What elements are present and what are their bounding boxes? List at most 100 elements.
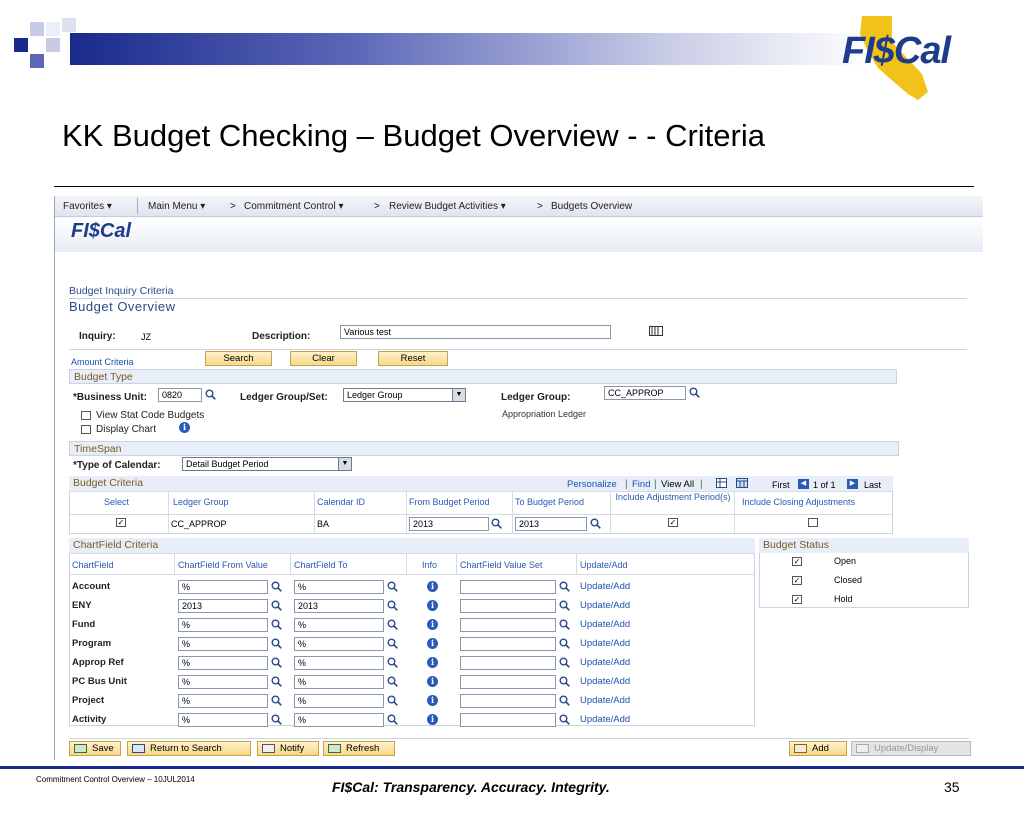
from-period-lookup-icon[interactable] bbox=[491, 518, 502, 529]
save-button[interactable]: Save bbox=[69, 741, 121, 756]
update-display-button[interactable]: Update/Display bbox=[851, 741, 971, 756]
cf-value-set-field[interactable] bbox=[460, 599, 556, 613]
ledger-group-lookup-icon[interactable] bbox=[689, 387, 700, 398]
cf-update-add-link[interactable]: Update/Add bbox=[580, 638, 630, 649]
add-button[interactable]: Add bbox=[789, 741, 847, 756]
display-chart-checkbox[interactable] bbox=[81, 425, 91, 434]
nav-favorites[interactable]: Favorites ▾ bbox=[63, 201, 112, 212]
view-stat-checkbox[interactable] bbox=[81, 411, 91, 420]
cf-to-lookup-icon[interactable] bbox=[387, 676, 398, 687]
business-unit-field[interactable]: 0820 bbox=[158, 388, 202, 402]
cf-update-add-link[interactable]: Update/Add bbox=[580, 714, 630, 725]
cf-to-lookup-icon[interactable] bbox=[387, 638, 398, 649]
nav-crumb-review-budget-activities[interactable]: Review Budget Activities ▾ bbox=[389, 201, 506, 212]
spellcheck-icon[interactable] bbox=[649, 326, 663, 336]
cf-value-set-lookup-icon[interactable] bbox=[559, 581, 570, 592]
cf-to-lookup-icon[interactable] bbox=[387, 619, 398, 630]
cf-to-field[interactable]: 2013 bbox=[294, 599, 384, 613]
cf-value-set-lookup-icon[interactable] bbox=[559, 676, 570, 687]
cf-info-icon[interactable]: i bbox=[427, 638, 438, 649]
personalize-link[interactable]: Personalize bbox=[567, 479, 617, 490]
cf-to-field[interactable]: % bbox=[294, 694, 384, 708]
cf-value-set-field[interactable] bbox=[460, 694, 556, 708]
display-chart-info-icon[interactable]: i bbox=[179, 422, 190, 433]
cf-from-lookup-icon[interactable] bbox=[271, 581, 282, 592]
cf-update-add-link[interactable]: Update/Add bbox=[580, 657, 630, 668]
cf-value-set-lookup-icon[interactable] bbox=[559, 714, 570, 725]
cf-to-field[interactable]: % bbox=[294, 656, 384, 670]
cf-to-field[interactable]: % bbox=[294, 637, 384, 651]
search-button[interactable]: Search bbox=[205, 351, 272, 366]
cf-update-add-link[interactable]: Update/Add bbox=[580, 676, 630, 687]
include-adjustment-checkbox[interactable]: ✓ bbox=[668, 518, 678, 527]
cf-from-lookup-icon[interactable] bbox=[271, 638, 282, 649]
cf-from-lookup-icon[interactable] bbox=[271, 676, 282, 687]
cf-update-add-link[interactable]: Update/Add bbox=[580, 581, 630, 592]
nav-crumb-commitment-control[interactable]: Commitment Control ▾ bbox=[244, 201, 344, 212]
next-arrow-icon[interactable]: ▶ bbox=[847, 479, 858, 489]
cf-info-icon[interactable]: i bbox=[427, 714, 438, 725]
cf-value-set-field[interactable] bbox=[460, 713, 556, 727]
to-period-lookup-icon[interactable] bbox=[590, 518, 601, 529]
cf-from-lookup-icon[interactable] bbox=[271, 714, 282, 725]
cf-to-lookup-icon[interactable] bbox=[387, 600, 398, 611]
return-to-search-button[interactable]: Return to Search bbox=[127, 741, 251, 756]
cf-value-set-lookup-icon[interactable] bbox=[559, 657, 570, 668]
cf-from-field[interactable]: % bbox=[178, 637, 268, 651]
notify-button[interactable]: Notify bbox=[257, 741, 319, 756]
status-closed-checkbox[interactable]: ✓ bbox=[792, 576, 802, 585]
cf-value-set-lookup-icon[interactable] bbox=[559, 600, 570, 611]
cf-from-field[interactable]: 2013 bbox=[178, 599, 268, 613]
cf-update-add-link[interactable]: Update/Add bbox=[580, 600, 630, 611]
amount-criteria-link[interactable]: Amount Criteria bbox=[71, 357, 134, 367]
nav-crumb-budgets-overview[interactable]: Budgets Overview bbox=[551, 201, 632, 212]
cf-value-set-field[interactable] bbox=[460, 656, 556, 670]
cf-from-lookup-icon[interactable] bbox=[271, 657, 282, 668]
status-hold-checkbox[interactable]: ✓ bbox=[792, 595, 802, 604]
cf-info-icon[interactable]: i bbox=[427, 676, 438, 687]
cf-info-icon[interactable]: i bbox=[427, 619, 438, 630]
cf-info-icon[interactable]: i bbox=[427, 695, 438, 706]
cf-value-set-field[interactable] bbox=[460, 675, 556, 689]
prev-arrow-icon[interactable]: ◀ bbox=[798, 479, 809, 489]
from-period-field[interactable]: 2013 bbox=[409, 517, 489, 531]
find-link[interactable]: Find bbox=[632, 479, 650, 490]
cf-from-field[interactable]: % bbox=[178, 580, 268, 594]
view-all-link[interactable]: View All bbox=[661, 479, 694, 490]
clear-button[interactable]: Clear bbox=[290, 351, 357, 366]
cf-value-set-lookup-icon[interactable] bbox=[559, 695, 570, 706]
cf-info-icon[interactable]: i bbox=[427, 581, 438, 592]
cf-info-icon[interactable]: i bbox=[427, 657, 438, 668]
ledger-group-field[interactable]: CC_APPROP bbox=[604, 386, 686, 400]
cf-value-set-lookup-icon[interactable] bbox=[559, 638, 570, 649]
refresh-button[interactable]: Refresh bbox=[323, 741, 395, 756]
description-field[interactable]: Various test bbox=[340, 325, 611, 339]
reset-button[interactable]: Reset bbox=[378, 351, 448, 366]
cf-from-lookup-icon[interactable] bbox=[271, 695, 282, 706]
to-period-field[interactable]: 2013 bbox=[515, 517, 587, 531]
cf-update-add-link[interactable]: Update/Add bbox=[580, 695, 630, 706]
cf-to-lookup-icon[interactable] bbox=[387, 581, 398, 592]
calendar-type-select[interactable]: Detail Budget Period ▼ bbox=[182, 457, 352, 471]
status-open-checkbox[interactable]: ✓ bbox=[792, 557, 802, 566]
cf-to-field[interactable]: % bbox=[294, 618, 384, 632]
cf-value-set-field[interactable] bbox=[460, 618, 556, 632]
ledger-group-set-select[interactable]: Ledger Group ▼ bbox=[343, 388, 466, 402]
cf-from-field[interactable]: % bbox=[178, 618, 268, 632]
cf-to-field[interactable]: % bbox=[294, 675, 384, 689]
cf-to-lookup-icon[interactable] bbox=[387, 657, 398, 668]
cf-from-lookup-icon[interactable] bbox=[271, 600, 282, 611]
cf-from-field[interactable]: % bbox=[178, 713, 268, 727]
row-select-checkbox[interactable]: ✓ bbox=[116, 518, 126, 527]
cf-info-icon[interactable]: i bbox=[427, 600, 438, 611]
download-icon[interactable] bbox=[736, 478, 748, 488]
cf-to-lookup-icon[interactable] bbox=[387, 695, 398, 706]
business-unit-lookup-icon[interactable] bbox=[205, 389, 216, 400]
cf-value-set-field[interactable] bbox=[460, 580, 556, 594]
cf-from-lookup-icon[interactable] bbox=[271, 619, 282, 630]
cf-update-add-link[interactable]: Update/Add bbox=[580, 619, 630, 630]
include-closing-checkbox[interactable] bbox=[808, 518, 818, 527]
cf-value-set-field[interactable] bbox=[460, 637, 556, 651]
cf-to-field[interactable]: % bbox=[294, 580, 384, 594]
cf-from-field[interactable]: % bbox=[178, 656, 268, 670]
